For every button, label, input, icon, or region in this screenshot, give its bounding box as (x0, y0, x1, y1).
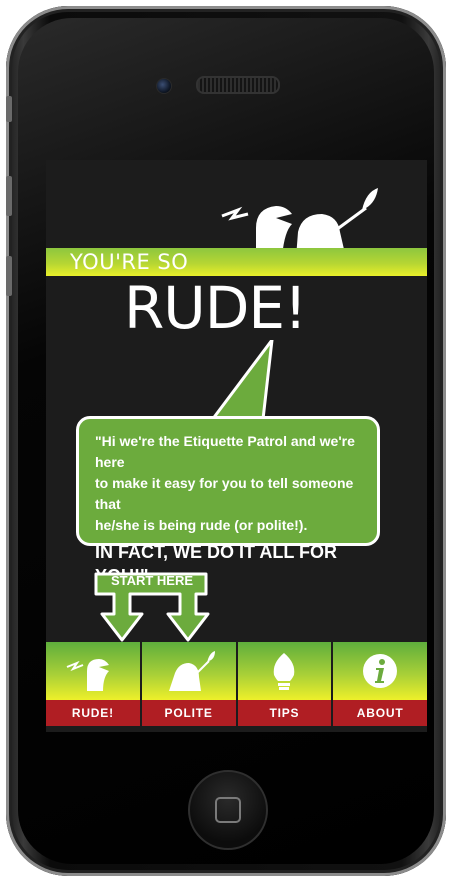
lightbulb-icon (274, 653, 295, 690)
rude-bird-icon (66, 659, 109, 691)
tab-about-label: ABOUT (333, 700, 427, 726)
front-camera (156, 78, 172, 94)
intro-line-1: "Hi we're the Etiquette Patrol and we're… (95, 433, 355, 470)
volume-down-button (6, 256, 12, 296)
home-square-icon (215, 797, 241, 823)
polite-bird-icon (168, 651, 215, 691)
tab-about[interactable]: ABOUT (333, 642, 427, 726)
intro-line-2: to make it easy for you to tell someone … (95, 475, 354, 512)
tab-polite[interactable]: POLITE (141, 642, 236, 726)
tab-tips-icon-area (237, 642, 332, 700)
intro-line-3: he/she is being rude (or polite!). (95, 517, 308, 533)
tab-tips-label: TIPS (237, 700, 332, 726)
headline-big: RUDE! (124, 274, 307, 342)
tab-tips[interactable]: TIPS (237, 642, 332, 726)
headline-small: YOU'RE SO (70, 250, 189, 274)
tab-polite-icon-area (141, 642, 236, 700)
tab-rude-label: RUDE! (46, 700, 140, 726)
home-button[interactable] (188, 770, 268, 850)
info-icon (363, 654, 398, 688)
app-screen: YOU'RE SO RUDE! "Hi we're the Etiquette … (46, 160, 427, 732)
tab-polite-label: POLITE (141, 700, 236, 726)
earpiece-speaker (196, 76, 280, 94)
tab-rude[interactable]: RUDE! (46, 642, 140, 726)
intro-bubble: "Hi we're the Etiquette Patrol and we're… (76, 416, 380, 586)
start-here-label: START HERE (110, 573, 194, 588)
volume-up-button (6, 176, 12, 216)
tab-about-icon-area (333, 642, 427, 700)
tab-bar: RUDE! POLITE TIPS ABOUT (46, 642, 427, 726)
mute-switch (6, 96, 12, 122)
tab-rude-icon-area (46, 642, 140, 700)
